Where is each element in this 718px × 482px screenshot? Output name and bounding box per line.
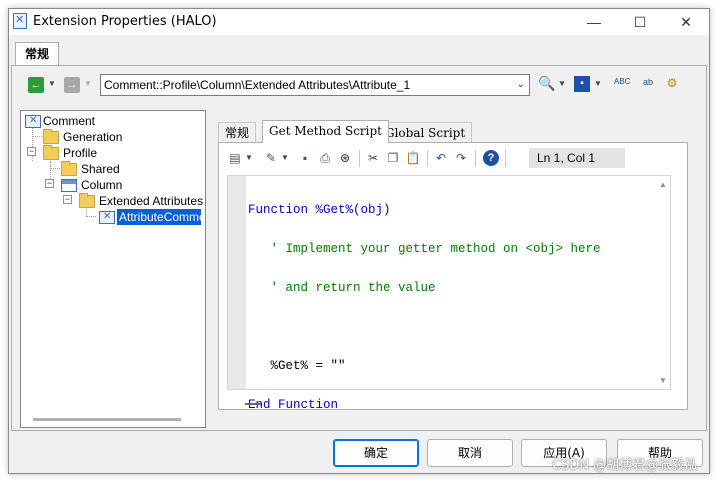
scroll-up-icon[interactable]: ▲ — [659, 180, 667, 189]
editor-horizontal-scrollbar[interactable] — [245, 403, 261, 405]
properties-icon[interactable]: ⚙ — [664, 75, 680, 91]
code-editor[interactable]: Function %Get%(obj) ' Implement your get… — [227, 175, 671, 412]
tree-item-shared[interactable]: Shared — [81, 161, 120, 177]
paste-icon[interactable]: 📋 — [405, 150, 421, 166]
tree-item-profile[interactable]: Profile — [63, 145, 97, 161]
object-path-combobox[interactable]: Comment::Profile\Column\Extended Attribu… — [100, 74, 530, 96]
back-arrow-icon[interactable]: ← — [28, 77, 44, 93]
help-icon[interactable]: ? — [483, 150, 499, 166]
ok-button[interactable]: 确定 — [333, 439, 419, 467]
spell-check-icon[interactable]: ABC — [614, 74, 630, 90]
attribute-icon — [99, 211, 115, 224]
model-icon — [25, 115, 41, 128]
replace-text-icon[interactable]: ab — [640, 74, 656, 90]
script-editor-panel: ▤ ▼ ✎ ▼ ▪ ⎙ ⊛ ✂ ❐ 📋 ↶ ↷ ? Ln 1, Col 1 Fu… — [218, 142, 688, 412]
object-tree[interactable]: Comment Generation − Profile Shared − Co… — [20, 110, 206, 428]
close-button[interactable]: ✕ — [663, 9, 709, 35]
back-dropdown-icon[interactable]: ▼ — [48, 79, 56, 88]
cut-icon[interactable]: ✂ — [365, 150, 381, 166]
object-path-text: Comment::Profile\Column\Extended Attribu… — [104, 78, 411, 92]
scroll-down-icon[interactable]: ▼ — [659, 376, 667, 385]
collapse-icon[interactable]: − — [27, 147, 36, 156]
tree-item-generation[interactable]: Generation — [63, 129, 122, 145]
script-panel: 常规 Get Method Script Global Script ▤ ▼ ✎… — [210, 102, 700, 428]
editor-gutter — [228, 176, 246, 389]
tab-global-script[interactable]: Global Script — [378, 122, 473, 142]
code-line: ' Implement your getter method on <obj> … — [248, 242, 601, 256]
code-line: ' and return the value — [248, 281, 436, 295]
general-panel: ← ▼ → ▼ Comment::Profile\Column\Extended… — [11, 65, 707, 431]
tree-item-column[interactable]: Column — [81, 177, 122, 193]
collapse-icon[interactable]: − — [45, 179, 54, 188]
outer-tab-strip: 常规 — [9, 41, 709, 66]
navigation-toolbar: ← ▼ → ▼ Comment::Profile\Column\Extended… — [12, 72, 706, 98]
editor-vertical-scrollbar[interactable]: ▲ ▼ — [656, 176, 670, 389]
save-dropdown-icon[interactable]: ▼ — [594, 79, 602, 88]
save-icon[interactable]: ▪ — [574, 76, 590, 92]
tab-inner-general[interactable]: 常规 — [218, 122, 257, 142]
code-line: Function %Get%(obj) — [248, 203, 391, 217]
forward-dropdown-icon[interactable]: ▼ — [84, 79, 92, 88]
tab-general[interactable]: 常规 — [15, 42, 59, 66]
copy-icon[interactable]: ❐ — [385, 150, 401, 166]
edit-dropdown-icon[interactable]: ▼ — [281, 153, 289, 162]
collapse-icon[interactable]: − — [63, 195, 72, 204]
window-title: Extension Properties (HALO) — [33, 14, 217, 29]
edit-icon[interactable]: ✎ — [263, 150, 279, 166]
code-line: %Get% = "" — [248, 359, 346, 373]
app-icon — [13, 13, 27, 29]
find-icon[interactable]: ⊛ — [337, 150, 353, 166]
undo-icon[interactable]: ↶ — [433, 150, 449, 166]
edit-menu-dropdown-icon[interactable]: ▼ — [245, 153, 253, 162]
watermark-text: CSDN @胡博君@张毅泓 — [552, 458, 698, 473]
save-icon[interactable]: ▪ — [297, 150, 313, 166]
title-bar: Extension Properties (HALO) — ☐ ✕ — [9, 9, 709, 35]
cancel-button[interactable]: 取消 — [427, 439, 513, 467]
tree-item-extended-attributes[interactable]: Extended Attributes — [99, 193, 203, 209]
tree-horizontal-scrollbar[interactable] — [33, 418, 181, 421]
code-content[interactable]: Function %Get%(obj) ' Implement your get… — [248, 178, 601, 438]
code-line: ​ — [248, 321, 601, 334]
folder-icon — [79, 193, 95, 208]
tree-item-comment[interactable]: Comment — [43, 113, 95, 129]
folder-icon — [61, 161, 77, 176]
find-icon[interactable]: 🔍 — [538, 75, 555, 91]
minimize-button[interactable]: — — [571, 9, 617, 35]
folder-icon — [43, 129, 59, 144]
folder-icon — [43, 145, 59, 160]
print-icon[interactable]: ⎙ — [317, 150, 333, 166]
find-dropdown-icon[interactable]: ▼ — [558, 79, 566, 88]
edit-menu-icon[interactable]: ▤ — [227, 150, 243, 166]
maximize-button[interactable]: ☐ — [617, 9, 663, 35]
tab-get-method-script[interactable]: Get Method Script — [262, 120, 390, 143]
editor-toolbar: ▤ ▼ ✎ ▼ ▪ ⎙ ⊛ ✂ ❐ 📋 ↶ ↷ ? Ln 1, Col 1 — [223, 147, 683, 169]
tree-item-attribute-comment[interactable]: AttributeComment — [117, 209, 201, 225]
code-line: End Function — [248, 398, 339, 412]
chevron-down-icon[interactable]: ⌄ — [517, 75, 525, 95]
cursor-position: Ln 1, Col 1 — [529, 148, 625, 168]
extension-properties-dialog: Extension Properties (HALO) — ☐ ✕ 常规 ← ▼… — [8, 8, 710, 474]
redo-icon[interactable]: ↷ — [453, 150, 469, 166]
table-icon — [61, 179, 77, 192]
forward-arrow-icon[interactable]: → — [64, 77, 80, 93]
